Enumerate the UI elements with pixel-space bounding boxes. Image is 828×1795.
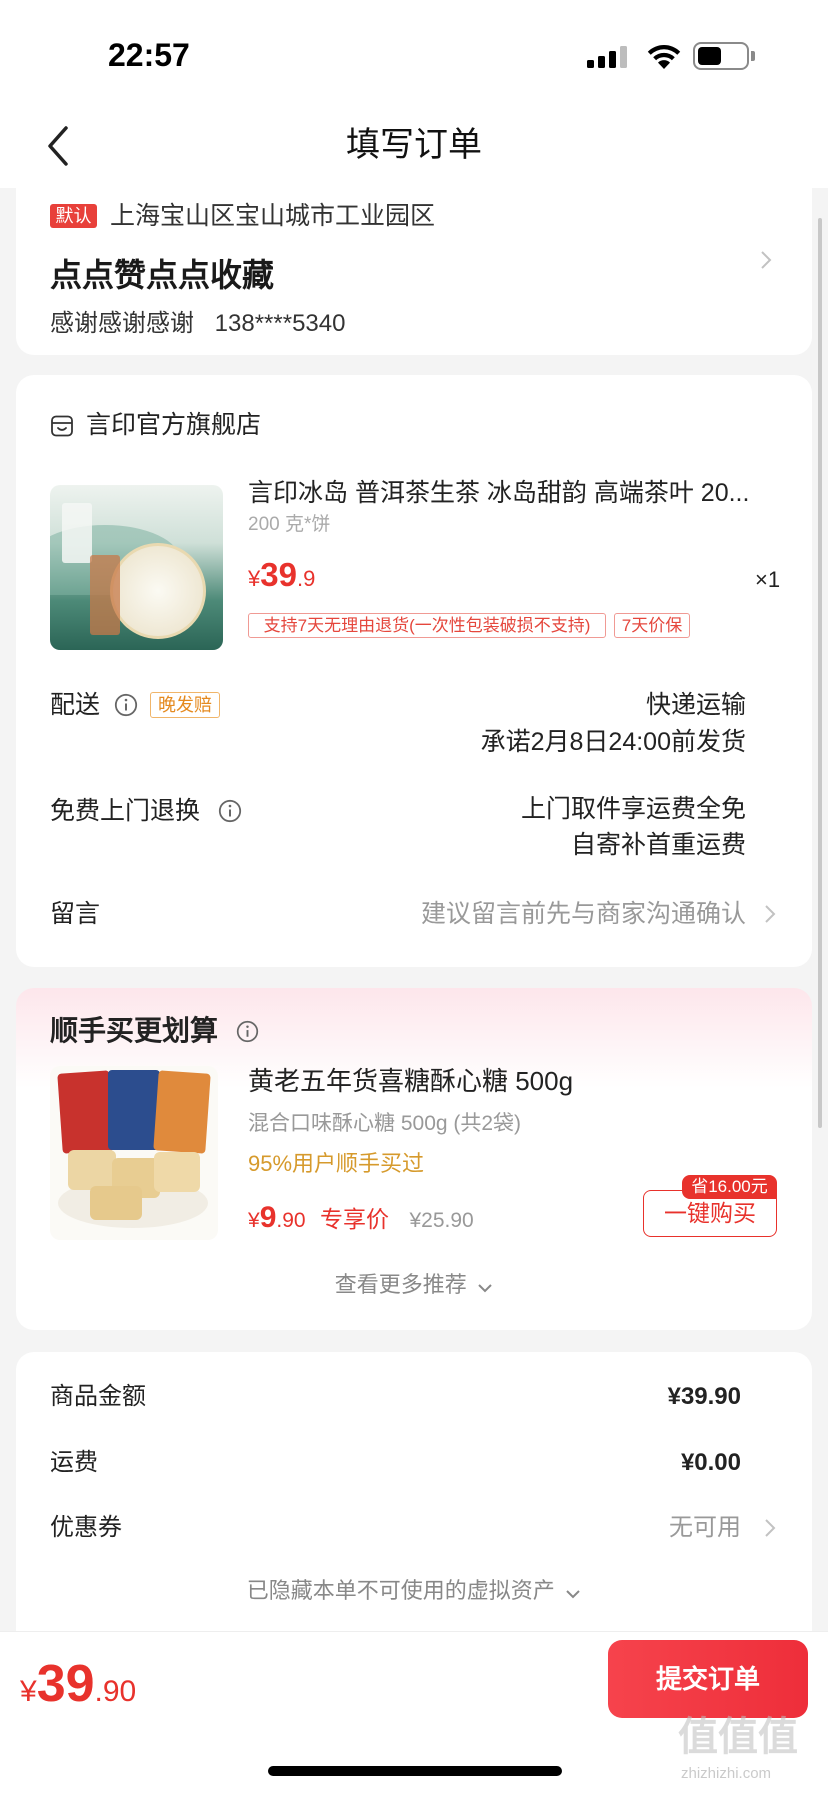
delivery-method: 快递运输 — [645, 691, 746, 719]
recommend-card: 顺手买更划算 黄老五年货喜糖酥心糖 500g 混合口味酥心糖 500g (共2袋… — [16, 988, 812, 1330]
candy-pack-blue — [108, 1070, 160, 1150]
total-decimal: .90 — [94, 1675, 137, 1708]
coupon-label: 优惠券 — [50, 1514, 122, 1541]
shipping-label: 运费 — [50, 1449, 98, 1476]
price-symbol: ¥ — [248, 1209, 260, 1232]
home-indicator — [268, 1766, 562, 1776]
social-proof: 95%用户顺手买过 — [248, 1151, 425, 1176]
coupon-value: 无可用 — [669, 1514, 741, 1541]
order-screen: 22:57 填写订单 默认 上海宝山区宝山城市工业园区 点点赞点点收藏 感谢感谢… — [0, 0, 828, 1795]
message-label: 留言 — [50, 900, 101, 928]
candy-block — [68, 1150, 116, 1190]
free-return-label: 免费上门退换 — [50, 797, 201, 825]
more-recommend-label: 查看更多推荐 — [334, 1272, 467, 1297]
product-price: ¥39.9 — [248, 555, 315, 602]
default-badge: 默认 — [50, 204, 97, 228]
chevron-down-icon — [478, 1284, 492, 1293]
contact-phone: 138****5340 — [214, 310, 346, 337]
summary-card: 商品金额 ¥39.90 运费 ¥0.00 优惠券 无可用 已隐藏本单不可使用的虚… — [16, 1352, 812, 1672]
top-header: 22:57 填写订单 — [0, 0, 828, 188]
battery-level-fill — [698, 47, 721, 65]
chevron-right-icon — [765, 905, 776, 923]
contact-line: 感谢感谢感谢 138****5340 — [50, 308, 345, 340]
store-name: 言印官方旗舰店 — [86, 411, 262, 439]
watermark-mark: 值值值 — [678, 1715, 798, 1759]
candy-block — [90, 1186, 142, 1220]
info-icon[interactable] — [218, 799, 242, 823]
recommend-price-line: ¥9.90 专享价 ¥25.90 — [248, 1198, 474, 1243]
product-image[interactable] — [50, 485, 223, 650]
tea-cake-decoration — [110, 543, 206, 639]
coupon-row[interactable]: 优惠券 无可用 — [16, 1494, 812, 1562]
recommend-title: 顺手买更划算 — [50, 1015, 219, 1046]
shipping-value: ¥0.00 — [680, 1449, 741, 1476]
delivery-promise: 承诺2月8日24:00前发货 — [480, 728, 746, 756]
contact-name: 感谢感谢感谢 — [50, 310, 194, 337]
signal-bar — [609, 51, 616, 68]
message-placeholder: 建议留言前先与商家沟通确认 — [420, 900, 746, 928]
free-return-line1: 上门取件享运费全免 — [520, 795, 746, 823]
watermark-site: zhizhizhi.com — [681, 1765, 772, 1782]
signal-bar — [598, 56, 605, 68]
price-symbol: ¥ — [248, 566, 261, 591]
signal-bar — [620, 46, 627, 68]
price-integer: 39 — [260, 556, 297, 593]
price-decimal: .9 — [296, 566, 316, 591]
goods-amount-value: ¥39.90 — [667, 1383, 741, 1410]
submit-order-button[interactable]: 提交订单 — [608, 1640, 808, 1718]
candy-block — [154, 1152, 200, 1192]
info-icon[interactable] — [114, 693, 138, 717]
product-spec: 200 克*饼 — [248, 514, 331, 535]
signal-bar — [587, 60, 594, 68]
recommend-product-spec: 混合口味酥心糖 500g (共2袋) — [248, 1112, 522, 1135]
bottom-bar: ¥39.90 提交订单 值值值 zhizhizhi.com — [0, 1632, 828, 1795]
chevron-down-icon — [566, 1590, 580, 1599]
late-delivery-tag: 晚发赔 — [150, 692, 220, 718]
total-price: ¥39.90 — [20, 1654, 136, 1727]
candy-pack-red — [57, 1070, 115, 1154]
goods-amount-label: 商品金额 — [50, 1383, 146, 1410]
chevron-right-icon — [765, 1519, 776, 1537]
candy-pack-orange — [153, 1070, 211, 1154]
page-title: 填写订单 — [346, 126, 482, 164]
more-recommend-link[interactable]: 查看更多推荐 — [16, 1269, 812, 1301]
tea-box-decoration — [90, 555, 120, 635]
exclusive-price-label: 专享价 — [320, 1206, 390, 1232]
address-detail: 点点赞点点收藏 — [50, 257, 275, 293]
hidden-assets-toggle[interactable]: 已隐藏本单不可使用的虚拟资产 — [16, 1575, 812, 1607]
price-protect-tag: 7天价保 — [614, 613, 690, 638]
battery-icon — [693, 42, 755, 70]
price-decimal: .90 — [276, 1209, 306, 1232]
wifi-icon — [645, 42, 683, 70]
chevron-right-icon — [761, 251, 772, 269]
info-icon[interactable] — [236, 1020, 259, 1043]
price-integer: 9 — [259, 1201, 277, 1234]
status-time: 22:57 — [108, 37, 190, 73]
recommend-product-image[interactable] — [50, 1066, 218, 1240]
address-card[interactable]: 默认 上海宝山区宝山城市工业园区 点点赞点点收藏 感谢感谢感谢 138****5… — [16, 188, 812, 355]
original-price: ¥25.90 — [409, 1209, 474, 1232]
store-link[interactable]: 言印官方旗舰店 — [50, 409, 310, 441]
product-title[interactable]: 言印冰岛 普洱茶生茶 冰岛甜韵 高端茶叶 20... — [248, 477, 768, 509]
address-region: 上海宝山区宝山城市工业园区 — [110, 202, 436, 230]
signal-icon — [587, 46, 627, 68]
return-policy-tag: 支持7天无理由退货(一次性包装破损不支持) — [248, 613, 606, 638]
total-integer: 39 — [36, 1655, 95, 1713]
scrollbar[interactable] — [818, 218, 822, 1128]
save-badge: 省16.00元 — [682, 1175, 777, 1199]
recommend-product-title[interactable]: 黄老五年货喜糖酥心糖 500g — [248, 1065, 573, 1097]
total-symbol: ¥ — [20, 1675, 37, 1708]
package-label-decoration — [62, 503, 92, 563]
free-return-line2: 自寄补首重运费 — [570, 831, 746, 859]
order-item-card: 言印官方旗舰店 言印冰岛 普洱茶生茶 冰岛甜韵 高端茶叶 20... 200 克… — [16, 375, 812, 967]
delivery-label: 配送 — [50, 691, 101, 719]
store-icon — [51, 415, 73, 437]
message-row[interactable]: 留言 建议留言前先与商家沟通确认 — [16, 880, 812, 950]
hidden-assets-label: 已隐藏本单不可使用的虚拟资产 — [246, 1578, 555, 1603]
product-quantity: ×1 — [755, 567, 781, 592]
